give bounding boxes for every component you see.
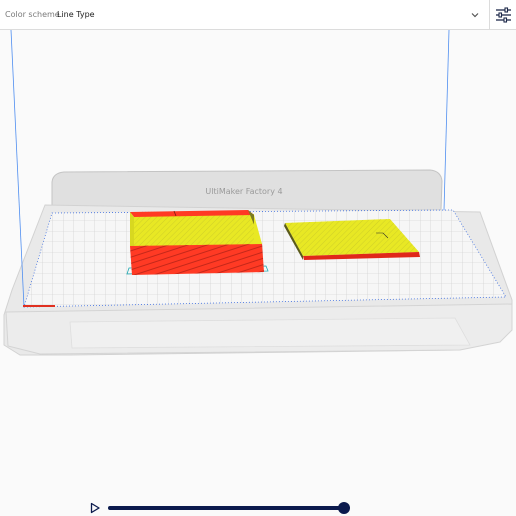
printer-name: UltiMaker Factory 4 bbox=[205, 187, 282, 196]
printer-base-underside bbox=[69, 317, 471, 349]
preview-toolbar: Color scheme Line Type bbox=[0, 0, 516, 30]
chevron-down-icon bbox=[471, 13, 479, 18]
sliced-model-box bbox=[126, 210, 269, 275]
layer-slider-handle[interactable] bbox=[338, 502, 350, 514]
3d-viewport[interactable]: UltiMaker Factory 4 bbox=[0, 29, 516, 500]
viewport-scene: UltiMaker Factory 4 bbox=[3, 29, 513, 356]
settings-button[interactable] bbox=[489, 0, 516, 30]
layer-progress-slider[interactable] bbox=[108, 506, 344, 510]
color-scheme-dropdown[interactable]: Line Type bbox=[50, 2, 488, 28]
build-volume-edge-left bbox=[10, 29, 25, 308]
build-volume-edge-right bbox=[443, 29, 450, 211]
color-scheme-value: Line Type bbox=[57, 10, 95, 19]
play-icon[interactable] bbox=[89, 502, 101, 514]
layer-playback-bar bbox=[0, 496, 516, 516]
sliders-icon bbox=[496, 7, 511, 23]
